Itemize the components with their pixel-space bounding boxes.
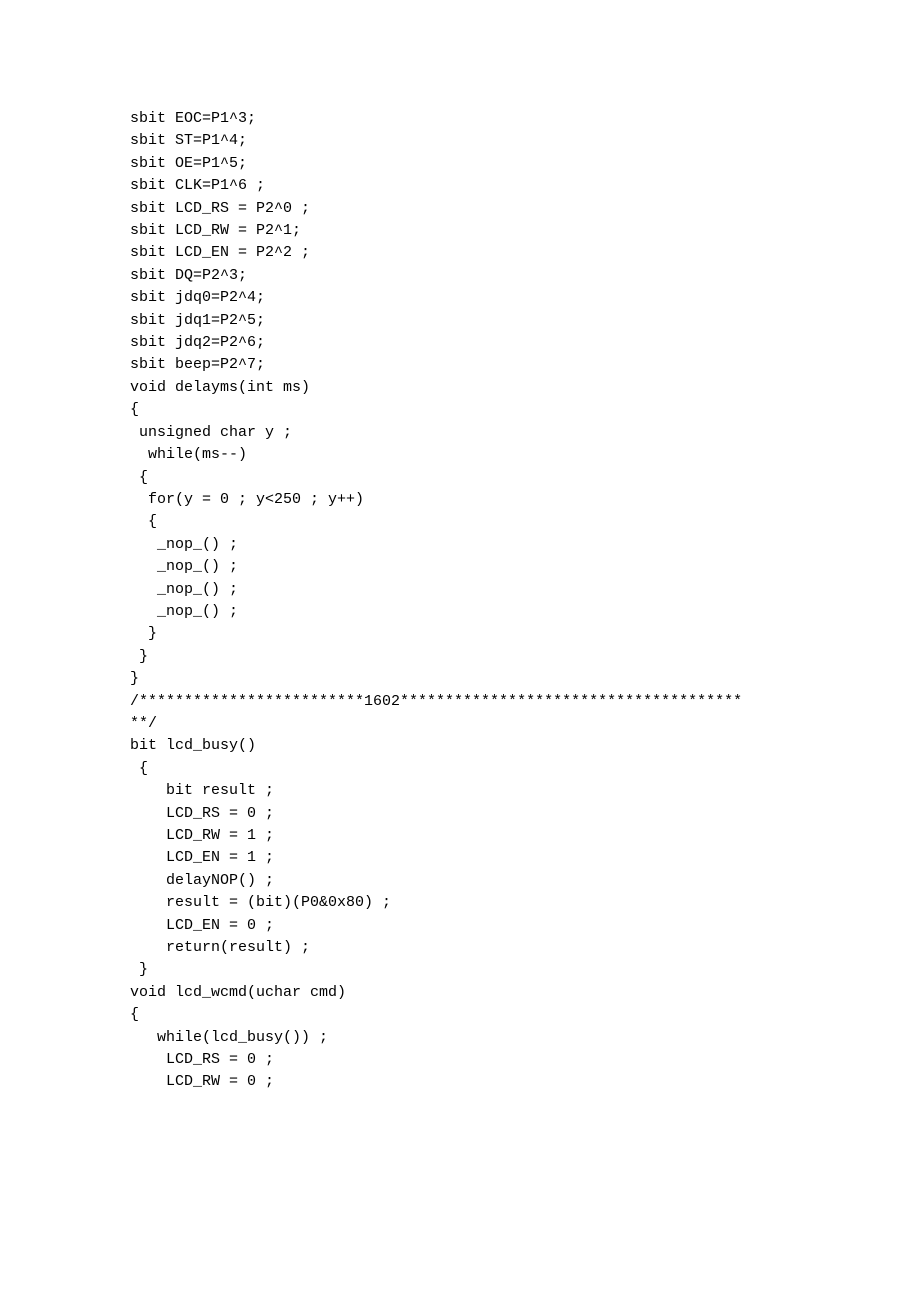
document-page: sbit EOC=P1^3; sbit ST=P1^4; sbit OE=P1^… bbox=[0, 0, 920, 1302]
code-block: sbit EOC=P1^3; sbit ST=P1^4; sbit OE=P1^… bbox=[130, 108, 790, 1094]
